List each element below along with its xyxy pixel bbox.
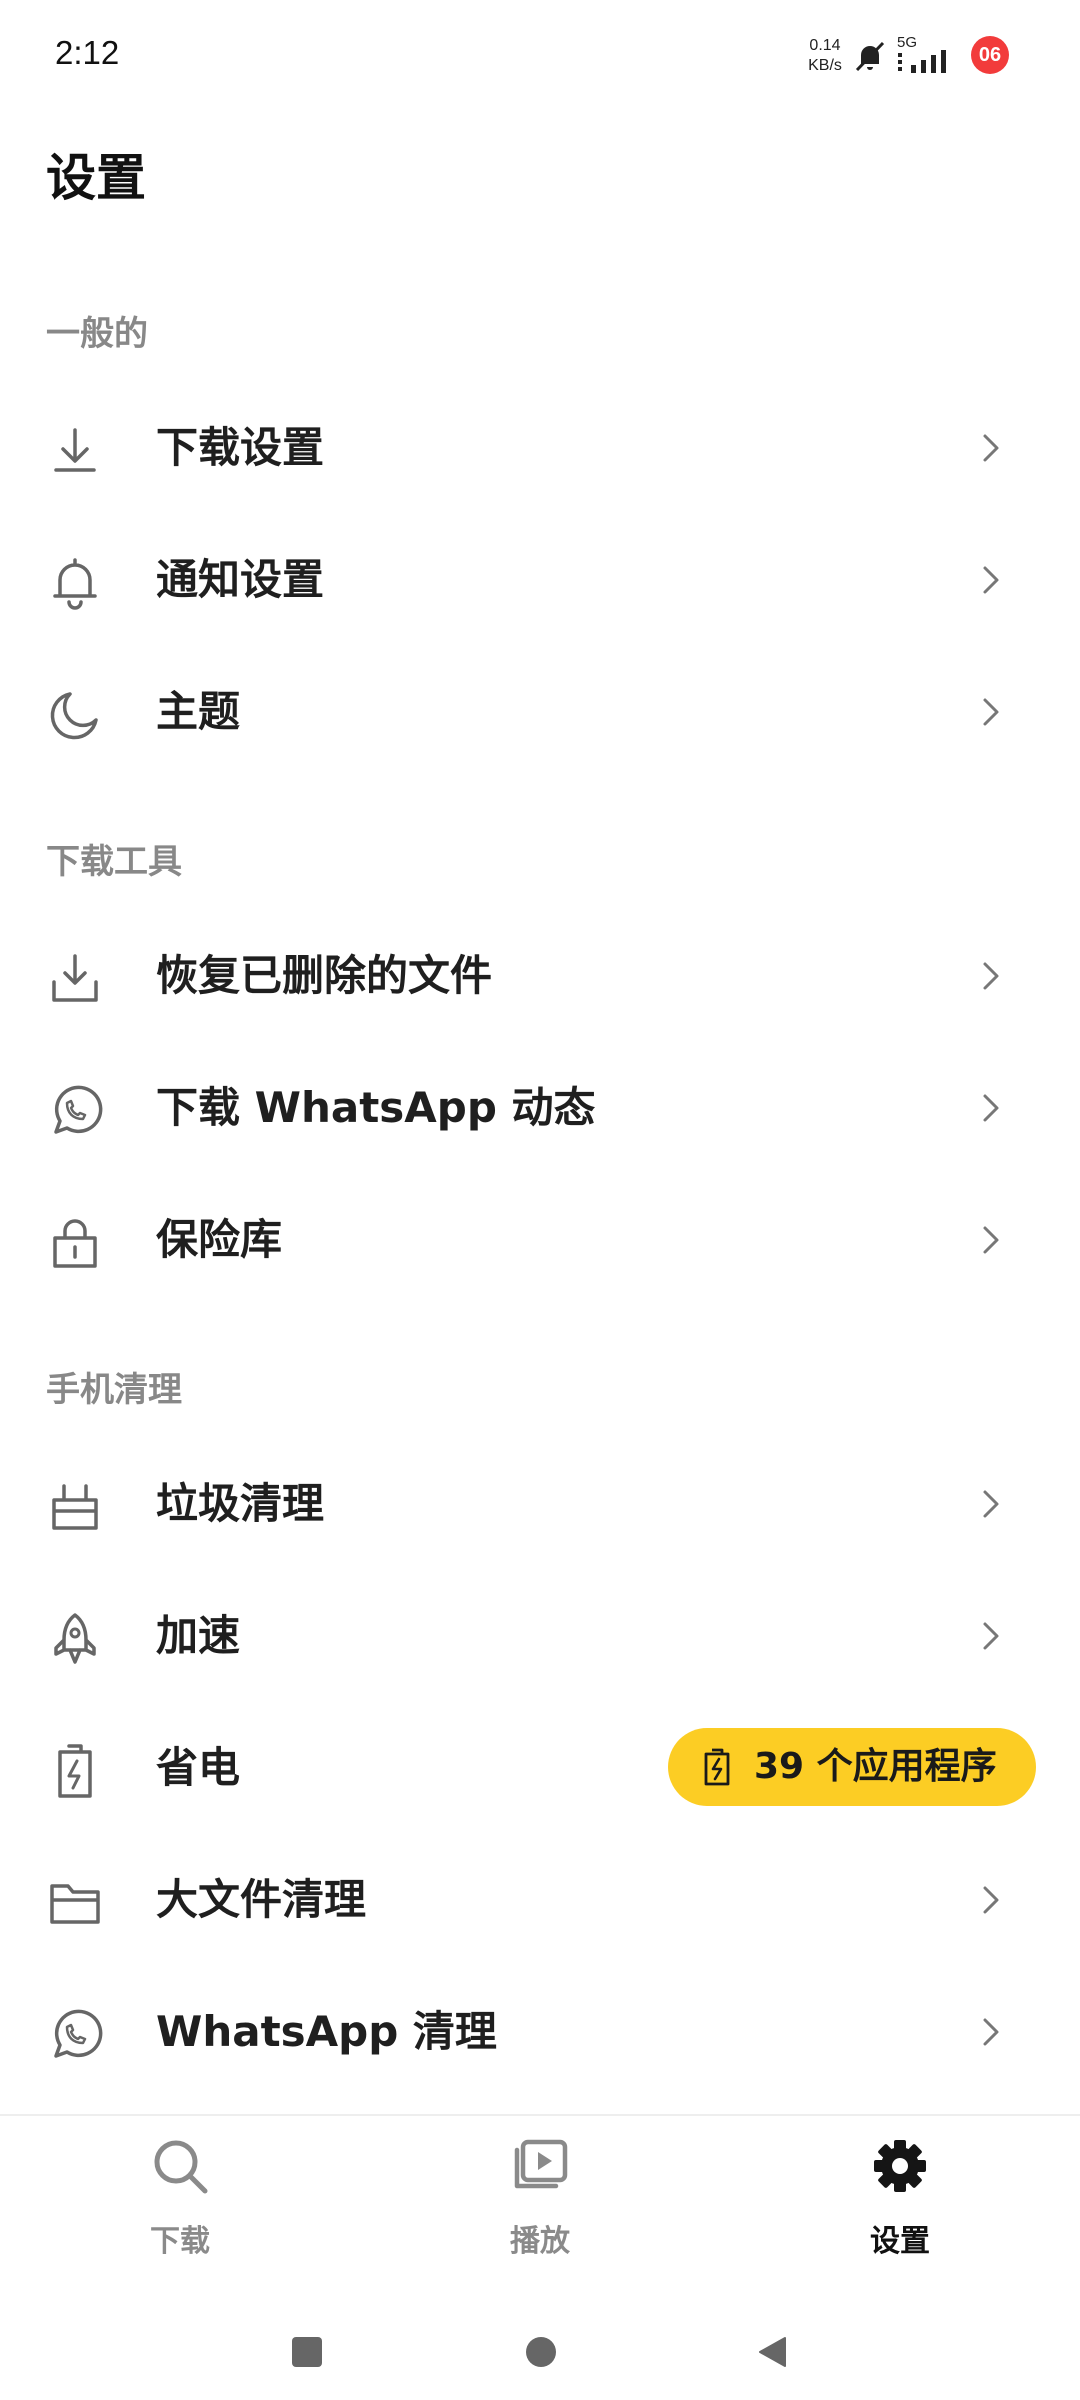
gear-icon (874, 2140, 926, 2192)
media-stack-icon (514, 2139, 568, 2189)
settings-item-label: 下载设置 (156, 423, 325, 472)
network-speed-value: 0.14 (809, 37, 841, 54)
chevron-right-icon (983, 1094, 999, 1122)
back-button[interactable] (757, 2336, 787, 2368)
section-header-general: 一般的 (46, 314, 148, 354)
bottom-nav-divider (0, 2114, 1080, 2116)
lock-icon (53, 1219, 97, 1268)
network-speed: 0.14 KB/s (802, 36, 848, 76)
settings-item-label: 加速 (156, 1611, 241, 1660)
settings-item-junk-clean[interactable]: 垃圾清理 (0, 1438, 1080, 1570)
settings-item-label: 大文件清理 (156, 1875, 367, 1924)
battery-badge: 06 (971, 36, 1009, 74)
tab-label: 下载 (150, 2224, 210, 2259)
power-saving-apps-count: 39 个应用程序 (754, 1746, 997, 1787)
chevron-right-icon (983, 962, 999, 990)
bell-icon (53, 558, 97, 610)
chevron-right-icon (983, 698, 999, 726)
system-nav-bar (0, 2300, 1080, 2400)
settings-item-label: 恢复已删除的文件 (156, 951, 493, 1000)
download-icon (54, 428, 96, 472)
settings-item-recover-deleted-files[interactable]: 恢复已删除的文件 (0, 910, 1080, 1042)
recents-button[interactable] (291, 2336, 323, 2368)
tab-download[interactable]: 下载 (80, 2136, 280, 2266)
section-header-download-tools: 下载工具 (46, 842, 182, 882)
chevron-right-icon (983, 1490, 999, 1518)
section-header-phone-cleaning: 手机清理 (46, 1370, 182, 1410)
folder-icon (50, 1884, 100, 1924)
whatsapp-icon (54, 1085, 103, 1134)
search-icon (154, 2140, 208, 2194)
settings-item-whatsapp-clean[interactable]: WhatsApp 清理 (0, 1966, 1080, 2098)
chevron-right-icon (983, 566, 999, 594)
status-time: 2:12 (55, 34, 120, 71)
settings-item-download-whatsapp-status[interactable]: 下载 WhatsApp 动态 (0, 1042, 1080, 1174)
power-saving-apps-badge[interactable]: 39 个应用程序 (668, 1728, 1036, 1806)
page-title: 设置 (46, 149, 146, 207)
battery-icon (58, 1744, 92, 1798)
settings-item-label: 通知设置 (156, 555, 325, 604)
rocket-icon (54, 1613, 96, 1664)
chevron-right-icon (983, 434, 999, 462)
chevron-right-icon (983, 1886, 999, 1914)
settings-item-label: 下载 WhatsApp 动态 (156, 1083, 596, 1132)
settings-item-theme[interactable]: 主题 (0, 646, 1080, 778)
chevron-right-icon (983, 1622, 999, 1650)
mute-icon (855, 41, 885, 72)
chevron-right-icon (983, 1226, 999, 1254)
chevron-right-icon (983, 2018, 999, 2046)
settings-item-download-settings[interactable]: 下载设置 (0, 382, 1080, 514)
home-button[interactable] (524, 2335, 558, 2369)
settings-item-vault[interactable]: 保险库 (0, 1174, 1080, 1306)
tab-settings[interactable]: 设置 (800, 2136, 1000, 2266)
settings-item-notification-settings[interactable]: 通知设置 (0, 514, 1080, 646)
battery-charging-icon (704, 1748, 730, 1786)
tab-play[interactable]: 播放 (440, 2136, 640, 2266)
tab-label: 设置 (870, 2224, 930, 2259)
network-speed-unit: KB/s (808, 57, 842, 74)
settings-item-large-file-clean[interactable]: 大文件清理 (0, 1834, 1080, 1966)
whatsapp-icon (54, 2009, 103, 2058)
moon-icon (50, 692, 98, 740)
settings-item-label: 垃圾清理 (156, 1479, 325, 1528)
settings-item-label: WhatsApp 清理 (156, 2007, 497, 2056)
settings-item-label: 省电 (156, 1743, 241, 1792)
settings-item-label: 保险库 (156, 1215, 283, 1264)
network-type: 5G (897, 34, 918, 51)
signal-icon (898, 50, 946, 73)
tab-label: 播放 (510, 2224, 570, 2259)
status-bar: 2:12 0.14 KB/s 5G 06 (0, 0, 1080, 110)
tray-download-icon (52, 954, 98, 1002)
basket-icon (52, 1484, 98, 1530)
settings-item-speed-up[interactable]: 加速 (0, 1570, 1080, 1702)
settings-item-label: 主题 (156, 687, 241, 736)
